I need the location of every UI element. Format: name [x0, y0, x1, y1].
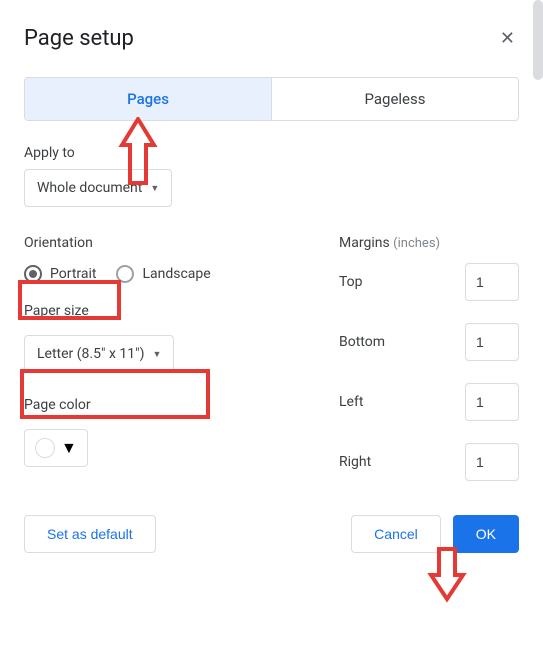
tab-pages[interactable]: Pages: [25, 78, 271, 120]
scrollbar[interactable]: [533, 0, 543, 80]
margin-top-input[interactable]: [465, 263, 519, 301]
close-button[interactable]: ✕: [496, 24, 519, 53]
orientation-portrait-radio[interactable]: Portrait: [24, 265, 96, 283]
dialog-title: Page setup: [24, 26, 134, 51]
paper-size-value: Letter (8.5" x 11"): [37, 346, 144, 362]
margin-right-row: Right: [339, 443, 519, 481]
margins-unit: (inches): [393, 236, 440, 251]
color-swatch-icon: [35, 438, 55, 458]
margin-left-label: Left: [339, 394, 363, 410]
caret-down-icon: ▼: [61, 438, 77, 458]
set-as-default-button[interactable]: Set as default: [24, 515, 156, 553]
margins-text: Margins: [339, 235, 390, 251]
margin-left-input[interactable]: [465, 383, 519, 421]
tabs: Pages Pageless: [24, 77, 519, 121]
ok-button[interactable]: OK: [453, 515, 519, 553]
margin-right-input[interactable]: [465, 443, 519, 481]
page-color-dropdown[interactable]: ▼: [24, 429, 88, 467]
orientation-label: Orientation: [24, 235, 309, 251]
apply-to-dropdown[interactable]: Whole document ▼: [24, 169, 172, 207]
apply-to-section: Apply to Whole document ▼: [24, 145, 519, 207]
right-column: Margins (inches) Top Bottom Left Right: [339, 235, 519, 503]
footer-right: Cancel OK: [351, 515, 519, 553]
caret-down-icon: ▼: [152, 349, 161, 360]
main-columns: Orientation Portrait Landscape Paper siz…: [24, 235, 519, 503]
dialog-footer: Set as default Cancel OK: [24, 515, 519, 553]
paper-size-dropdown[interactable]: Letter (8.5" x 11") ▼: [24, 335, 174, 373]
margin-top-label: Top: [339, 274, 363, 290]
margin-bottom-input[interactable]: [465, 323, 519, 361]
close-icon: ✕: [500, 28, 515, 49]
caret-down-icon: ▼: [150, 183, 159, 194]
apply-to-label: Apply to: [24, 145, 519, 161]
margin-left-row: Left: [339, 383, 519, 421]
tab-pageless[interactable]: Pageless: [272, 78, 518, 120]
orientation-section: Orientation Portrait Landscape: [24, 235, 309, 283]
page-color-label: Page color: [24, 397, 309, 413]
radio-unchecked-icon: [116, 265, 134, 283]
margins-label: Margins (inches): [339, 235, 519, 251]
page-setup-dialog: Page setup ✕ Pages Pageless Apply to Who…: [0, 0, 543, 577]
radio-checked-icon: [24, 265, 42, 283]
page-color-section: Page color ▼: [24, 397, 309, 467]
margin-right-label: Right: [339, 454, 371, 470]
margin-bottom-label: Bottom: [339, 334, 385, 350]
landscape-label: Landscape: [142, 266, 210, 282]
margin-top-row: Top: [339, 263, 519, 301]
left-column: Orientation Portrait Landscape Paper siz…: [24, 235, 309, 503]
orientation-options: Portrait Landscape: [24, 265, 309, 283]
orientation-landscape-radio[interactable]: Landscape: [116, 265, 210, 283]
paper-size-section: Paper size Letter (8.5" x 11") ▼: [24, 303, 309, 373]
margin-bottom-row: Bottom: [339, 323, 519, 361]
cancel-button[interactable]: Cancel: [351, 515, 441, 553]
portrait-label: Portrait: [50, 266, 96, 282]
dialog-header: Page setup ✕: [24, 24, 519, 53]
apply-to-value: Whole document: [37, 180, 142, 196]
paper-size-label: Paper size: [24, 303, 309, 319]
